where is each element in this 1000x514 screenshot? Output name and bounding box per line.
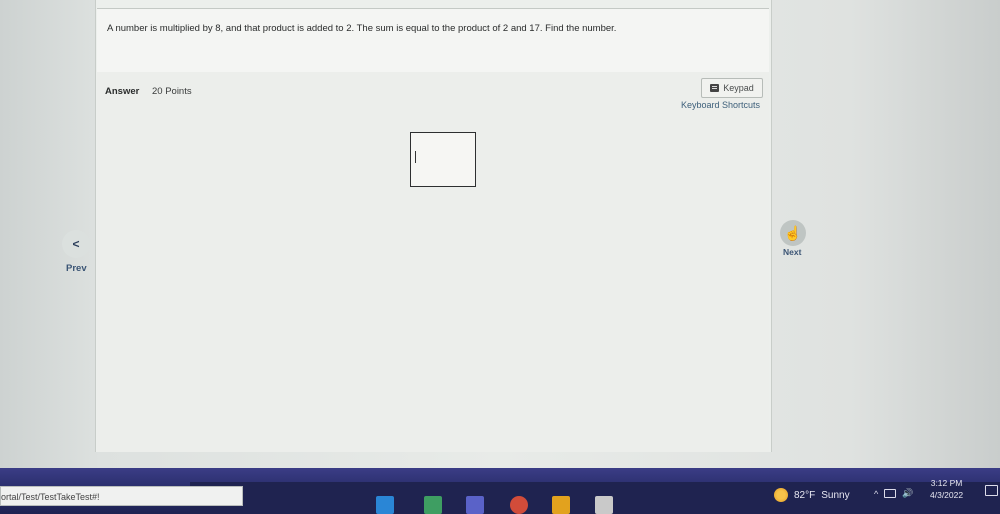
keypad-icon — [710, 84, 720, 92]
sun-icon — [774, 488, 788, 502]
question-text: A number is multiplied by 8, and that pr… — [107, 23, 617, 34]
weather-temp: 82°F — [794, 489, 816, 501]
weather-widget[interactable]: 82°F Sunny — [774, 488, 850, 502]
document-icon[interactable] — [595, 496, 613, 514]
question-box: A number is multiplied by 8, and that pr… — [97, 8, 769, 73]
system-tray[interactable]: ^ 🔊 — [874, 488, 913, 499]
keypad-label: Keypad — [723, 83, 754, 93]
text-caret — [415, 151, 416, 163]
prev-button[interactable]: < — [62, 230, 90, 258]
answer-label: Answer — [105, 86, 140, 97]
status-bar-url: ortal/Test/TestTakeTest#! — [0, 486, 243, 506]
hand-pointer-icon: ☝ — [784, 224, 802, 241]
keypad-button[interactable]: Keypad — [701, 78, 763, 98]
chrome-icon[interactable] — [510, 496, 528, 514]
mail-icon[interactable] — [424, 496, 442, 514]
network-icon[interactable] — [884, 489, 897, 498]
keyboard-shortcuts-link[interactable]: Keyboard Shortcuts — [681, 100, 760, 110]
answer-area: Answer 20 Points Keypad Keyboard Shortcu… — [97, 72, 769, 452]
speaker-icon[interactable]: 🔊 — [902, 488, 913, 499]
answer-input[interactable] — [410, 132, 476, 187]
app-icon[interactable] — [552, 496, 570, 514]
prev-label[interactable]: Prev — [66, 263, 87, 274]
notification-icon[interactable] — [985, 485, 998, 496]
chevron-left-icon: < — [72, 237, 80, 251]
clock-date: 4/3/2022 — [930, 490, 964, 500]
weather-desc: Sunny — [821, 489, 850, 501]
next-label[interactable]: Next — [783, 247, 801, 257]
clock[interactable]: 3:12 PM 4/3/2022 — [930, 477, 963, 501]
clock-time: 3:12 PM — [930, 478, 963, 488]
next-button[interactable]: ☝ — [780, 220, 806, 246]
points-label: 20 Points — [152, 86, 192, 97]
teams-icon[interactable] — [466, 496, 484, 514]
tray-chevron-icon[interactable]: ^ — [874, 489, 878, 499]
file-explorer-icon[interactable] — [376, 496, 394, 514]
